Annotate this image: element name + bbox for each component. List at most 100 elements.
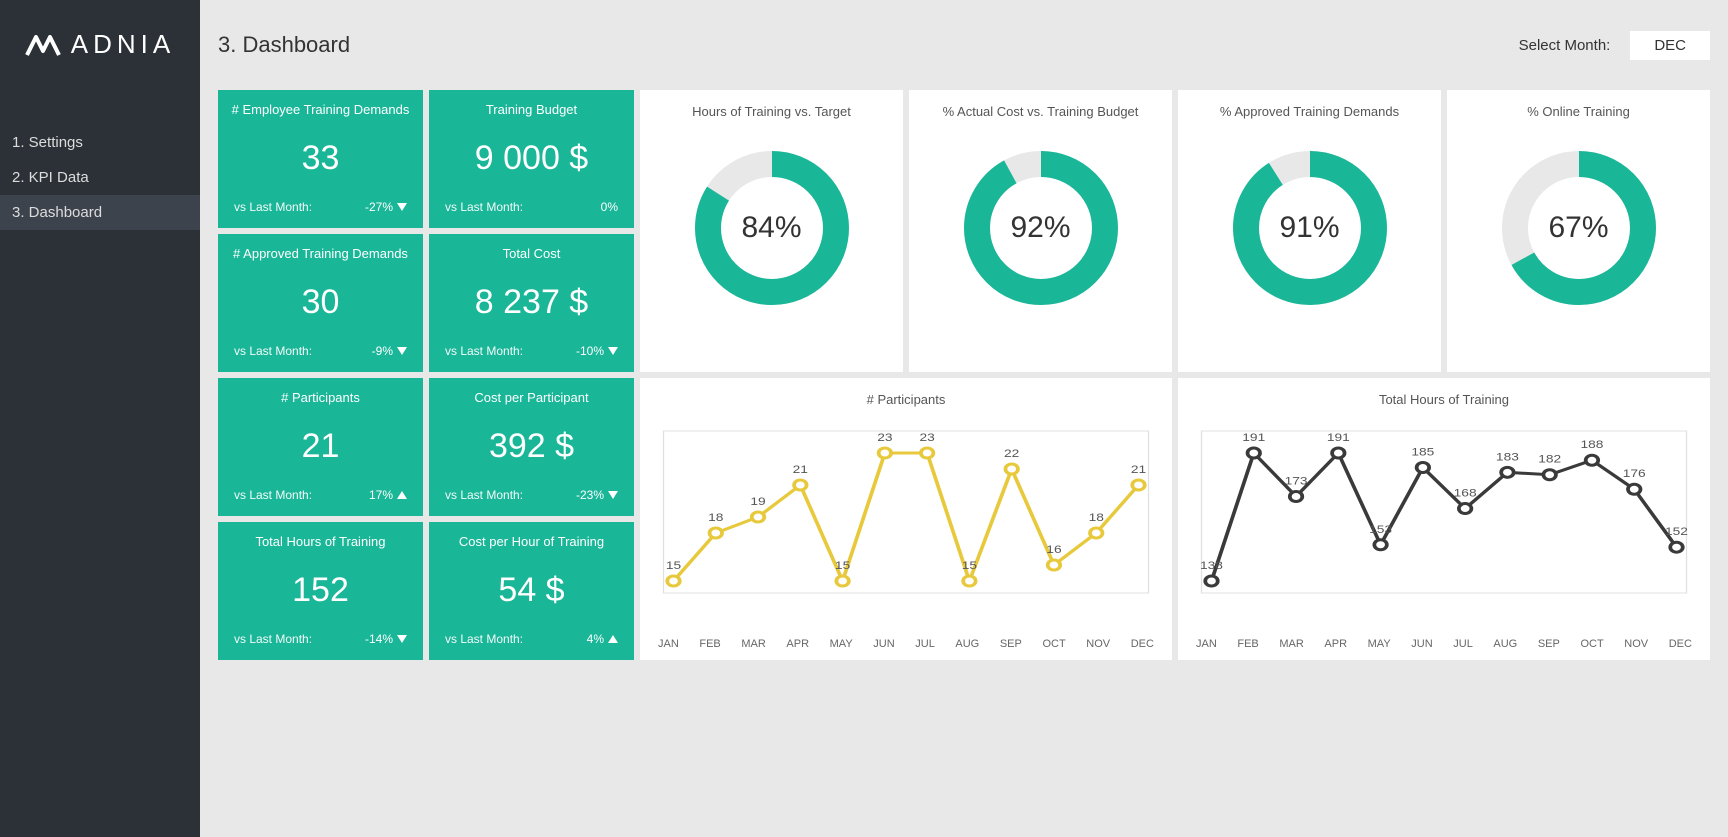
- donut-hours-vs-target: Hours of Training vs. Target 84%: [640, 90, 903, 372]
- donut-approved-demands: % Approved Training Demands 91%: [1178, 90, 1441, 372]
- svg-text:173: 173: [1285, 475, 1308, 487]
- svg-text:23: 23: [919, 431, 934, 443]
- dashboard-grid: # Employee Training Demands 33 vs Last M…: [218, 90, 1710, 660]
- x-tick: FEB: [699, 638, 720, 650]
- caret-up-icon: [608, 635, 618, 643]
- nav-item-dashboard[interactable]: 3. Dashboard: [0, 195, 200, 230]
- x-tick: DEC: [1669, 638, 1692, 650]
- brand-logo-text: ADNIA: [71, 29, 175, 60]
- svg-text:182: 182: [1538, 453, 1561, 465]
- line-title: # Participants: [656, 392, 1156, 407]
- kpi-title: Cost per Hour of Training: [459, 534, 604, 549]
- caret-down-icon: [397, 635, 407, 643]
- kpi-value: 30: [302, 261, 340, 344]
- month-select-label: Select Month:: [1519, 37, 1611, 54]
- svg-text:19: 19: [750, 495, 765, 507]
- x-tick: OCT: [1580, 638, 1603, 650]
- line-row: # Participants 151819211523231522161821 …: [640, 378, 1710, 660]
- x-tick: AUG: [1493, 638, 1517, 650]
- kpi-vs-label: vs Last Month:: [445, 488, 523, 502]
- kpi-total-hours-training: Total Hours of Training 152 vs Last Mont…: [218, 522, 423, 660]
- x-tick: MAY: [830, 638, 853, 650]
- kpi-title: # Employee Training Demands: [232, 102, 410, 117]
- kpi-delta: 4%: [587, 632, 604, 646]
- kpi-value: 8 237 $: [475, 261, 588, 344]
- kpi-employee-training-demands: # Employee Training Demands 33 vs Last M…: [218, 90, 423, 228]
- kpi-participants: # Participants 21 vs Last Month: 17%: [218, 378, 423, 516]
- svg-text:22: 22: [1004, 447, 1019, 459]
- caret-up-icon: [397, 491, 407, 499]
- x-tick: FEB: [1237, 638, 1258, 650]
- kpi-delta: -14%: [365, 632, 393, 646]
- x-axis: JANFEBMARAPRMAYJUNJULAUGSEPOCTNOVDEC: [656, 632, 1156, 650]
- kpi-cost-per-hour: Cost per Hour of Training 54 $ vs Last M…: [429, 522, 634, 660]
- kpi-delta: -10%: [576, 344, 604, 358]
- x-tick: JUL: [915, 638, 935, 650]
- svg-text:138: 138: [1200, 559, 1223, 571]
- x-tick: JUL: [1453, 638, 1473, 650]
- kpi-value: 33: [302, 117, 340, 200]
- donut-row: Hours of Training vs. Target 84% % Actua…: [640, 90, 1710, 372]
- x-tick: MAY: [1368, 638, 1391, 650]
- svg-text:15: 15: [666, 559, 681, 571]
- svg-text:185: 185: [1411, 446, 1434, 458]
- x-tick: NOV: [1624, 638, 1648, 650]
- x-tick: JAN: [1196, 638, 1217, 650]
- nav-item-settings[interactable]: 1. Settings: [0, 125, 200, 160]
- donut-chart: 67%: [1494, 143, 1664, 313]
- svg-text:15: 15: [835, 559, 850, 571]
- x-tick: MAR: [741, 638, 765, 650]
- x-tick: MAR: [1279, 638, 1303, 650]
- kpi-approved-training-demands: # Approved Training Demands 30 vs Last M…: [218, 234, 423, 372]
- line-chart-hours: Total Hours of Training 1381911731911531…: [1178, 378, 1710, 660]
- kpi-value: 152: [292, 549, 349, 632]
- kpi-value: 392 $: [489, 405, 574, 488]
- kpi-title: Training Budget: [486, 102, 577, 117]
- x-tick: APR: [1324, 638, 1347, 650]
- line-chart-area: 138191173191153185168183182188176152: [1194, 425, 1694, 632]
- x-tick: NOV: [1086, 638, 1110, 650]
- sidebar: ADNIA 1. Settings 2. KPI Data 3. Dashboa…: [0, 0, 200, 837]
- svg-text:16: 16: [1046, 543, 1061, 555]
- month-select-dropdown[interactable]: DEC: [1630, 31, 1710, 60]
- kpi-delta: -27%: [365, 200, 393, 214]
- svg-text:191: 191: [1242, 431, 1265, 443]
- x-tick: AUG: [955, 638, 979, 650]
- kpi-training-budget: Training Budget 9 000 $ vs Last Month: 0…: [429, 90, 634, 228]
- svg-text:21: 21: [793, 463, 808, 475]
- kpi-vs-label: vs Last Month:: [445, 632, 523, 646]
- caret-down-icon: [608, 491, 618, 499]
- kpi-vs-label: vs Last Month:: [234, 344, 312, 358]
- svg-text:23: 23: [877, 431, 892, 443]
- kpi-title: Cost per Participant: [474, 390, 588, 405]
- donut-percent: 92%: [956, 143, 1126, 313]
- svg-text:168: 168: [1454, 487, 1477, 499]
- header: 3. Dashboard Select Month: DEC: [218, 0, 1710, 90]
- kpi-delta: 17%: [369, 488, 393, 502]
- brand-logo: ADNIA: [0, 0, 200, 70]
- donut-title: % Approved Training Demands: [1220, 104, 1399, 119]
- x-tick: JUN: [1411, 638, 1432, 650]
- kpi-title: # Approved Training Demands: [233, 246, 408, 261]
- svg-text:176: 176: [1623, 468, 1646, 480]
- donut-online-training: % Online Training 67%: [1447, 90, 1710, 372]
- x-axis: JAN FEB MAR APR MAY JUN JUL AUG SEP OCT NOV DEC: [1194, 632, 1694, 650]
- svg-text:21: 21: [1131, 463, 1146, 475]
- kpi-delta: 0%: [601, 200, 618, 214]
- nav-item-kpi-data[interactable]: 2. KPI Data: [0, 160, 200, 195]
- main: 3. Dashboard Select Month: DEC # Employe…: [200, 0, 1728, 837]
- donut-title: % Actual Cost vs. Training Budget: [943, 104, 1139, 119]
- kpi-value: 21: [302, 405, 340, 488]
- line-chart-area: 151819211523231522161821: [656, 425, 1156, 632]
- page-title: 3. Dashboard: [218, 32, 350, 58]
- svg-text:188: 188: [1580, 439, 1603, 451]
- x-tick: SEP: [1538, 638, 1560, 650]
- x-tick: SEP: [1000, 638, 1022, 650]
- kpi-vs-label: vs Last Month:: [445, 200, 523, 214]
- donut-chart: 92%: [956, 143, 1126, 313]
- x-tick: JUN: [873, 638, 894, 650]
- line-title: Total Hours of Training: [1194, 392, 1694, 407]
- svg-text:18: 18: [708, 511, 723, 523]
- donut-percent: 91%: [1225, 143, 1395, 313]
- kpi-vs-label: vs Last Month:: [234, 632, 312, 646]
